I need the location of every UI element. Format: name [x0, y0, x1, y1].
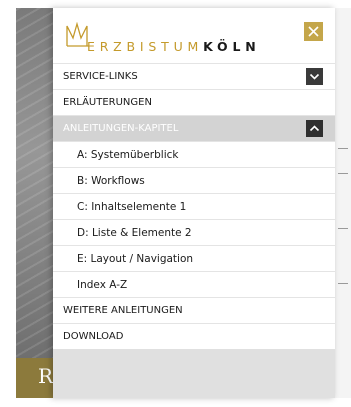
logo-text-bold: KÖLN	[203, 39, 261, 54]
background-content-edge	[334, 8, 351, 398]
submenu-item-label: Index A-Z	[77, 279, 128, 291]
logo-wordmark: ERZBISTUMKÖLN	[87, 39, 261, 54]
submenu-item-label: A: Systemüberblick	[77, 149, 179, 161]
menu-item-service-links[interactable]: SERVICE-LINKS	[53, 63, 335, 89]
menu-item-label: WEITERE ANLEITUNGEN	[63, 305, 183, 316]
background-illustration	[16, 8, 58, 368]
menu-item-label: SERVICE-LINKS	[63, 71, 138, 82]
menu-item-label: ERLÄUTERUNGEN	[63, 97, 152, 108]
menu-item-download[interactable]: DOWNLOAD	[53, 323, 335, 349]
menu-item-label: DOWNLOAD	[63, 331, 124, 342]
menu-list: SERVICE-LINKS ERLÄUTERUNGEN ANLEITUNGEN-…	[53, 63, 335, 349]
submenu-item-inhaltselemente[interactable]: C: Inhaltselemente 1	[53, 193, 335, 219]
menu-item-weitere-anleitungen[interactable]: WEITERE ANLEITUNGEN	[53, 297, 335, 323]
site-logo[interactable]: ERZBISTUMKÖLN	[65, 20, 285, 54]
menu-item-label: ANLEITUNGEN-KAPITEL	[63, 123, 179, 134]
background-banner: R	[16, 358, 58, 398]
menu-item-erlaeuterungen[interactable]: ERLÄUTERUNGEN	[53, 89, 335, 115]
logo-text-light: ERZBISTUM	[87, 39, 204, 54]
menu-item-anleitungen-kapitel[interactable]: ANLEITUNGEN-KAPITEL	[53, 115, 335, 141]
submenu-item-layout-navigation[interactable]: E: Layout / Navigation	[53, 245, 335, 271]
submenu-item-label: E: Layout / Navigation	[77, 253, 194, 265]
submenu-item-systemueberblick[interactable]: A: Systemüberblick	[53, 141, 335, 167]
submenu-item-label: D: Liste & Elemente 2	[77, 227, 192, 239]
submenu-item-workflows[interactable]: B: Workflows	[53, 167, 335, 193]
crown-m-logo-icon	[66, 22, 89, 47]
background-image: R	[16, 8, 58, 398]
submenu-item-label: B: Workflows	[77, 175, 145, 187]
submenu-item-liste-elemente[interactable]: D: Liste & Elemente 2	[53, 219, 335, 245]
close-icon	[308, 26, 319, 37]
collapse-toggle[interactable]	[306, 120, 323, 137]
submenu-item-label: C: Inhaltselemente 1	[77, 201, 187, 213]
offcanvas-menu: ERZBISTUMKÖLN SERVICE-LINKS ERLÄUTERUNGE…	[53, 8, 335, 398]
background-initial: R	[38, 364, 54, 388]
submenu-item-index[interactable]: Index A-Z	[53, 271, 335, 297]
close-button[interactable]	[304, 22, 323, 41]
menu-header: ERZBISTUMKÖLN	[53, 8, 335, 64]
chevron-up-icon	[309, 125, 320, 132]
chevron-down-icon	[309, 73, 320, 80]
expand-toggle[interactable]	[306, 68, 323, 85]
